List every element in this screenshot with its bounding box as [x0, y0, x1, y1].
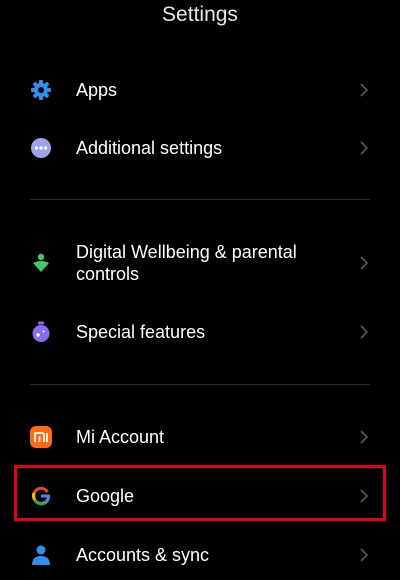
settings-item-label: Accounts & sync [76, 545, 210, 565]
settings-item-label: Google [76, 486, 135, 506]
settings-item-accounts-sync[interactable]: Accounts & sync [0, 543, 400, 567]
chevron-right-icon [358, 255, 370, 271]
settings-item-label: Additional settings [76, 138, 223, 158]
settings-item-label: Digital Wellbeing & parental controls [76, 242, 297, 284]
gear-icon [30, 79, 52, 101]
chevron-right-icon [358, 140, 370, 156]
chevron-right-icon [358, 547, 370, 563]
more-dots-icon [30, 137, 52, 159]
settings-item-digital-wellbeing[interactable]: Digital Wellbeing & parental controls [0, 241, 400, 285]
settings-item-additional-settings[interactable]: Additional settings [0, 136, 400, 160]
mi-logo-icon [30, 426, 52, 448]
settings-item-label: Apps [76, 80, 118, 100]
settings-item-special-features[interactable]: Special features [0, 320, 400, 344]
page-title: Settings [162, 3, 238, 26]
settings-item-label: Mi Account [76, 427, 165, 447]
section-divider [30, 384, 370, 385]
wellbeing-icon [30, 252, 52, 274]
google-logo-icon [30, 485, 52, 507]
chevron-right-icon [358, 429, 370, 445]
chevron-right-icon [358, 82, 370, 98]
chevron-right-icon [358, 324, 370, 340]
settings-item-label: Special features [76, 322, 206, 342]
settings-item-mi-account[interactable]: Mi Account [0, 425, 400, 449]
special-features-icon [30, 321, 52, 343]
person-icon [30, 544, 52, 566]
section-divider [30, 199, 370, 200]
settings-item-google[interactable]: Google [0, 484, 400, 508]
chevron-right-icon [358, 488, 370, 504]
settings-item-apps[interactable]: Apps [0, 78, 400, 102]
